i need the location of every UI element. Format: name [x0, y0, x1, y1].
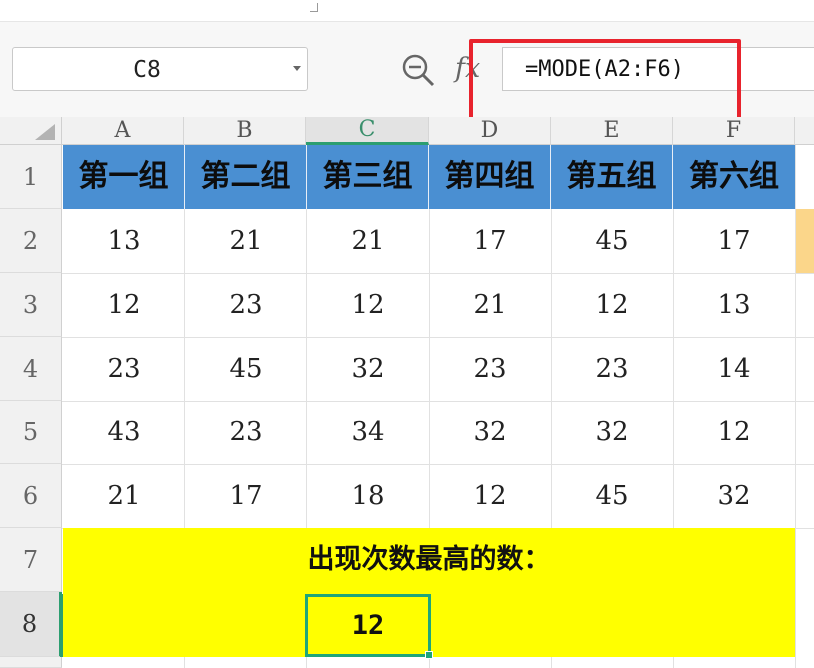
data-cell-a6[interactable]: 21 — [63, 464, 185, 528]
data-cell-e2[interactable]: 45 — [551, 209, 673, 273]
data-cell-f3[interactable]: 13 — [673, 273, 795, 337]
data-cell-f5[interactable]: 12 — [673, 401, 795, 465]
row-header-3[interactable]: 3 — [0, 273, 62, 337]
chevron-down-icon[interactable] — [293, 66, 301, 71]
formula-bar-area: C8 fx =MODE(A2:F6) — [0, 22, 814, 131]
header-cell-group4[interactable]: 第四组 — [429, 145, 551, 209]
data-cell-b5[interactable]: 23 — [185, 401, 307, 465]
name-box[interactable]: C8 — [12, 47, 308, 91]
data-cell-a3[interactable]: 12 — [63, 273, 185, 337]
result-label: 出现次数最高的数： — [307, 544, 551, 575]
column-header-f[interactable]: F — [673, 117, 795, 145]
data-cell-e4[interactable]: 23 — [551, 337, 673, 401]
data-cell-e3[interactable]: 12 — [551, 273, 673, 337]
row-selection-marker — [60, 594, 63, 657]
data-cell-f6[interactable]: 32 — [673, 464, 795, 528]
row-header-1[interactable]: 1 — [0, 145, 62, 209]
header-cell-group3[interactable]: 第三组 — [307, 145, 429, 209]
data-cell-c5[interactable]: 34 — [307, 401, 429, 465]
data-cell-c2[interactable]: 21 — [307, 209, 429, 273]
header-cell-group5[interactable]: 第五组 — [551, 145, 673, 209]
data-cell-a4[interactable]: 23 — [63, 337, 185, 401]
header-cell-group2[interactable]: 第二组 — [185, 145, 307, 209]
row-header-4[interactable]: 4 — [0, 337, 62, 401]
data-cell-d3[interactable]: 21 — [429, 273, 551, 337]
column-header-g[interactable] — [795, 117, 814, 145]
column-header-a[interactable]: A — [62, 117, 184, 145]
select-all-corner[interactable] — [0, 117, 62, 145]
data-cell-d2[interactable]: 17 — [429, 209, 551, 273]
data-cell-b2[interactable]: 21 — [185, 209, 307, 273]
data-cell-b4[interactable]: 45 — [185, 337, 307, 401]
data-cell-d6[interactable]: 12 — [429, 464, 551, 528]
data-cell-f2[interactable]: 17 — [673, 209, 795, 273]
row-header-5[interactable]: 5 — [0, 401, 62, 464]
name-box-value: C8 — [133, 57, 161, 83]
data-cell-b3[interactable]: 23 — [185, 273, 307, 337]
data-cell-d5[interactable]: 32 — [429, 401, 551, 465]
ribbon-bottom-edge — [0, 0, 814, 22]
row-header-9[interactable] — [0, 657, 62, 668]
fill-handle[interactable] — [425, 651, 433, 659]
data-cell-a5[interactable]: 43 — [63, 401, 185, 465]
row-header-2[interactable]: 2 — [0, 209, 62, 273]
column-header-e[interactable]: E — [551, 117, 673, 145]
data-cell-e6[interactable]: 45 — [551, 464, 673, 528]
header-cell-group6[interactable]: 第六组 — [673, 145, 795, 209]
offscreen-cell-fill — [796, 209, 814, 273]
dialog-launcher-icon[interactable] — [310, 3, 318, 12]
data-cell-d4[interactable]: 23 — [429, 337, 551, 401]
data-cell-c6[interactable]: 18 — [307, 464, 429, 528]
row-header-7[interactable]: 7 — [0, 528, 62, 592]
zoom-out-icon[interactable] — [400, 52, 436, 88]
data-cell-b6[interactable]: 17 — [185, 464, 307, 528]
data-cell-e5[interactable]: 32 — [551, 401, 673, 465]
active-cell-c8[interactable]: 12 — [305, 594, 431, 657]
spreadsheet-grid: A B C D E F 1 2 3 4 5 6 7 8 第一组 第二组 第三组 … — [0, 117, 814, 668]
select-all-icon — [35, 124, 55, 140]
column-header-d[interactable]: D — [429, 117, 551, 145]
column-header-c[interactable]: C — [306, 117, 429, 145]
data-cell-c4[interactable]: 32 — [307, 337, 429, 401]
row-header-8[interactable]: 8 — [0, 592, 62, 657]
header-cell-group1[interactable]: 第一组 — [63, 145, 185, 209]
data-cell-a2[interactable]: 13 — [63, 209, 185, 273]
data-cell-c3[interactable]: 12 — [307, 273, 429, 337]
row-header-6[interactable]: 6 — [0, 464, 62, 528]
data-cell-f4[interactable]: 14 — [673, 337, 795, 401]
column-header-b[interactable]: B — [184, 117, 306, 145]
